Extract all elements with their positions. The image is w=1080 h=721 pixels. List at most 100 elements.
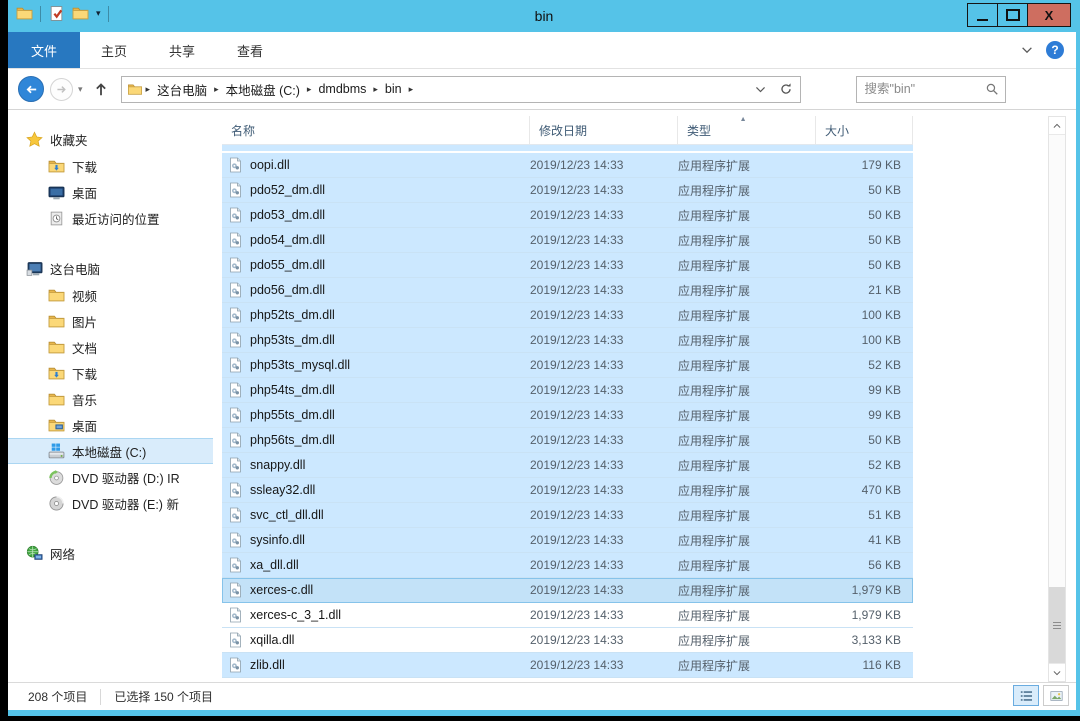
file-row[interactable]: zlib.dll 2019/12/23 14:33 应用程序扩展 116 KB [222, 653, 913, 678]
file-row[interactable]: ssleay32.dll 2019/12/23 14:33 应用程序扩展 470 KB [222, 478, 913, 503]
selection-count: 已选择 150 个项目 [114, 690, 214, 704]
vertical-scrollbar[interactable] [1048, 116, 1066, 682]
details-view-button[interactable] [1013, 685, 1039, 706]
file-size: 1,979 KB [851, 583, 901, 597]
file-row[interactable]: svc_ctl_dll.dll 2019/12/23 14:33 应用程序扩展 51 … [222, 503, 913, 528]
thumbnails-view-button[interactable] [1043, 685, 1069, 706]
sidebar-root-item[interactable]: 收藏夹 [8, 126, 215, 153]
file-row[interactable]: pdo53_dm.dll 2019/12/23 14:33 应用程序扩展 50 KB [222, 203, 913, 228]
maximize-icon [1005, 9, 1020, 21]
search-icon[interactable] [985, 82, 999, 96]
dll-icon [228, 182, 243, 198]
refresh-icon[interactable] [779, 82, 793, 96]
file-date: 2019/12/23 14:33 [530, 483, 624, 497]
sidebar-item[interactable]: 本地磁盘 (C:) [8, 438, 213, 464]
file-name: xqilla.dll [250, 633, 295, 647]
main-area: 收藏夹 下载 桌面 最近访问的位置 这台电脑 视频 图片 文档 下载 音乐 桌面 本地磁盘 (C:) D… [8, 110, 1076, 682]
help-button[interactable]: ? [1046, 41, 1064, 59]
file-row[interactable]: xa_dll.dll 2019/12/23 14:33 应用程序扩展 56 KB [222, 553, 913, 578]
sidebar-item[interactable]: 下载 [8, 360, 213, 386]
sidebar-item[interactable]: 桌面 [8, 412, 213, 438]
file-row[interactable]: php52ts_dm.dll 2019/12/23 14:33 应用程序扩展 100 … [222, 303, 913, 328]
address-dropdown-chevron-icon[interactable] [754, 83, 767, 96]
sidebar-root-item[interactable]: 这台电脑 [8, 255, 215, 282]
sidebar-item[interactable]: 图片 [8, 308, 213, 334]
thumb-grip [1053, 624, 1061, 626]
file-name: sysinfo.dll [250, 533, 305, 547]
file-size: 100 KB [861, 308, 901, 322]
recent-locations-chevron-icon[interactable]: ▾ [78, 84, 83, 95]
minimize-icon [977, 18, 988, 21]
forward-button[interactable] [50, 77, 73, 101]
tab-file[interactable]: 文件 [8, 32, 81, 68]
column-header[interactable]: 大小 [816, 116, 913, 144]
file-type: 应用程序扩展 [678, 658, 751, 673]
column-header[interactable]: 修改日期 [530, 116, 678, 144]
ribbon-tabs: 文件 主页 共享 查看 ? [8, 32, 1076, 69]
breadcrumb-item[interactable]: 这台电脑 [153, 80, 211, 99]
file-row[interactable]: xqilla.dll 2019/12/23 14:33 应用程序扩展 3,133 KB [222, 628, 913, 653]
status-bar: 208 个项目 已选择 150 个项目 [8, 682, 1076, 710]
breadcrumb-item[interactable]: 本地磁盘 (C:) [222, 80, 304, 99]
file-row[interactable]: php56ts_dm.dll 2019/12/23 14:33 应用程序扩展 50 K… [222, 428, 913, 453]
scrollbar-thumb[interactable] [1049, 587, 1065, 663]
file-name-cell: xa_dll.dll [222, 553, 530, 577]
file-size: 99 KB [868, 408, 901, 422]
ribbon-collapse-chevron-icon[interactable] [1020, 43, 1034, 57]
tab-view[interactable]: 查看 [216, 32, 284, 68]
sidebar-item[interactable]: 下载 [8, 153, 213, 179]
maximize-button[interactable] [997, 3, 1028, 27]
file-name-cell: pdo55_dm.dll [222, 253, 530, 277]
sidebar-item[interactable]: DVD 驱动器 (D:) IR [8, 464, 213, 490]
breadcrumb-item[interactable]: dmdbms [314, 82, 370, 96]
file-name: php55ts_dm.dll [250, 408, 335, 422]
back-button[interactable] [18, 76, 44, 102]
address-bar[interactable]: ▸ 这台电脑 ▸ 本地磁盘 (C:) ▸ dmdbms ▸ bin ▸ [120, 75, 801, 103]
minimize-button[interactable] [967, 3, 998, 27]
file-date: 2019/12/23 14:33 [530, 558, 624, 572]
thumbnails-view-icon [1049, 689, 1064, 703]
dll-icon [228, 607, 243, 623]
up-button[interactable] [92, 80, 110, 98]
file-type: 应用程序扩展 [678, 208, 751, 223]
file-row[interactable]: php55ts_dm.dll 2019/12/23 14:33 应用程序扩展 99 K… [222, 403, 913, 428]
sidebar-item[interactable]: DVD 驱动器 (E:) 新 [8, 490, 213, 516]
search-input[interactable] [856, 81, 983, 97]
sidebar-item[interactable]: 文档 [8, 334, 213, 360]
sidebar-item[interactable]: 视频 [8, 282, 213, 308]
file-row[interactable]: snappy.dll 2019/12/23 14:33 应用程序扩展 52 KB [222, 453, 913, 478]
sidebar-root-item[interactable]: 网络 [8, 540, 215, 567]
sidebar-item[interactable]: 最近访问的位置 [8, 205, 213, 231]
file-row[interactable]: sysinfo.dll 2019/12/23 14:33 应用程序扩展 41 KB [222, 528, 913, 553]
breadcrumb-item[interactable]: bin [381, 82, 406, 96]
file-row[interactable]: pdo54_dm.dll 2019/12/23 14:33 应用程序扩展 50 KB [222, 228, 913, 253]
column-header[interactable]: 名称 [222, 116, 530, 144]
file-name: pdo53_dm.dll [250, 208, 326, 222]
file-row[interactable]: php53ts_dm.dll 2019/12/23 14:33 应用程序扩展 100 … [222, 328, 913, 353]
scroll-up-button[interactable] [1049, 117, 1065, 135]
column-header[interactable]: 类型 ▲ [678, 116, 816, 144]
dll-icon [228, 532, 243, 548]
file-row[interactable]: xerces-c_3_1.dll 2019/12/23 14:33 应用程序扩展 1,… [222, 603, 913, 628]
file-row[interactable]: pdo56_dm.dll 2019/12/23 14:33 应用程序扩展 21 KB [222, 278, 913, 303]
view-buttons [1013, 685, 1069, 706]
file-row[interactable]: php54ts_dm.dll 2019/12/23 14:33 应用程序扩展 99 K… [222, 378, 913, 403]
file-name-cell: snappy.dll [222, 453, 530, 477]
file-row[interactable]: oopi.dll 2019/12/23 14:33 应用程序扩展 179 KB [222, 153, 913, 178]
sidebar-section: 这台电脑 视频 图片 文档下载音乐 桌面 本地磁盘 (C:) DVD 驱动器 (D:) IR… [8, 255, 215, 516]
scroll-down-button[interactable] [1049, 663, 1065, 681]
column-header-label: 名称 [231, 123, 256, 138]
file-row[interactable]: xerces-c.dll 2019/12/23 14:33 应用程序扩展 1,979 … [222, 578, 913, 603]
tab-share[interactable]: 共享 [148, 32, 216, 68]
file-row[interactable]: php53ts_mysql.dll 2019/12/23 14:33 应用程序扩展 5… [222, 353, 913, 378]
tab-home[interactable]: 主页 [80, 32, 148, 68]
close-button[interactable]: X [1027, 3, 1071, 27]
sidebar-item[interactable]: 桌面 [8, 179, 213, 205]
file-name: xerces-c_3_1.dll [250, 608, 342, 622]
file-size: 50 KB [868, 233, 901, 247]
file-size: 50 KB [868, 433, 901, 447]
sidebar-item[interactable]: 音乐 [8, 386, 213, 412]
file-row[interactable]: pdo55_dm.dll 2019/12/23 14:33 应用程序扩展 50 KB [222, 253, 913, 278]
file-row[interactable]: pdo52_dm.dll 2019/12/23 14:33 应用程序扩展 50 KB [222, 178, 913, 203]
sidebar-item-label: 下载 [72, 367, 98, 382]
